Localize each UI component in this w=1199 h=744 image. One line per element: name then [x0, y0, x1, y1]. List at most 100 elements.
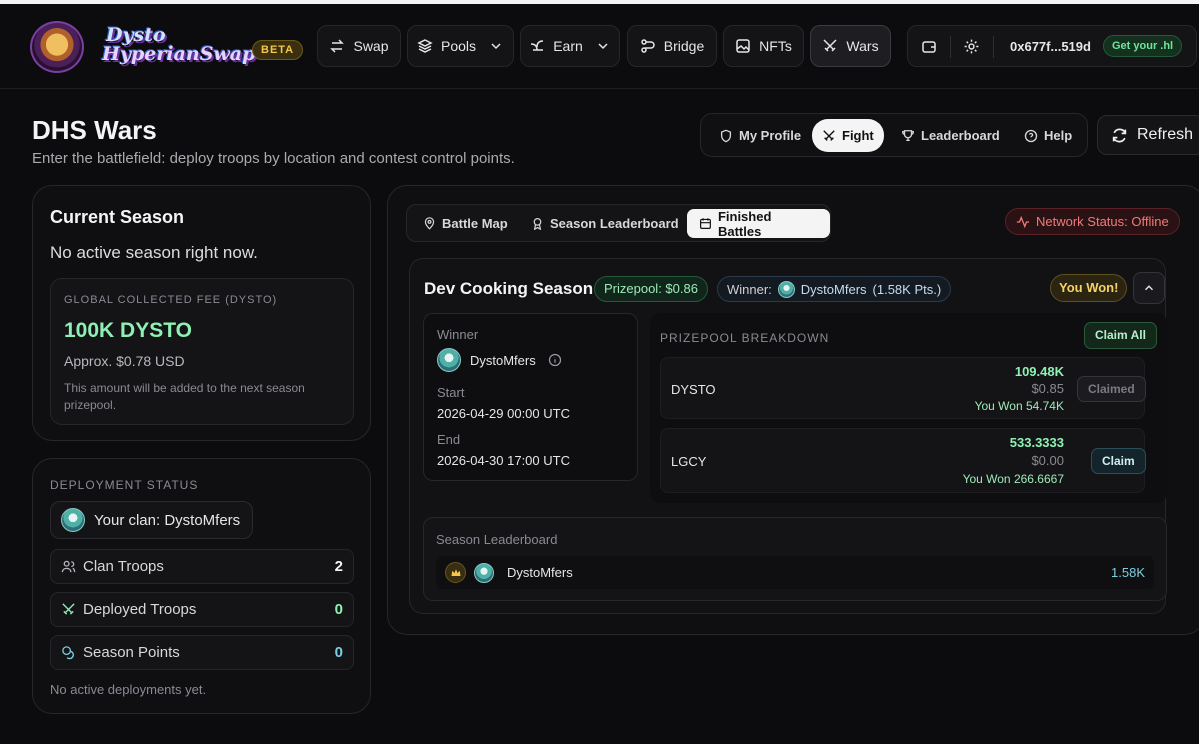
page-subtitle: Enter the battlefield: deploy troops by … [32, 150, 515, 167]
token-row-lgcy: LGCY 533.3333 $0.00 You Won 266.6667 Cla… [660, 428, 1146, 493]
you-won-badge: You Won! [1050, 274, 1128, 302]
nav-bridge[interactable]: Bridge [627, 25, 717, 67]
tab-fight-label: Fight [842, 128, 874, 143]
subtab-finished-battles-label: Finished Battles [717, 208, 772, 239]
mascot-logo[interactable] [30, 21, 84, 73]
tab-leaderboard-label: Leaderboard [921, 128, 1000, 143]
users-icon [61, 560, 76, 573]
wallet-address[interactable]: 0x677f...519d [1010, 39, 1091, 54]
deployment-footer: No active deployments yet. [50, 682, 207, 697]
nav-pools-label: Pools [440, 38, 477, 54]
detail-start-key: Start [437, 385, 465, 400]
crossed-swords-icon [823, 39, 837, 52]
clan-name: Your clan: DystoMfers [94, 511, 241, 529]
chevron-down-icon [598, 43, 608, 50]
deployment-status-label: DEPLOYMENT STATUS [50, 478, 199, 492]
clan-avatar [61, 508, 85, 532]
detail-end-key: End [437, 432, 461, 447]
chevron-down-icon [491, 43, 501, 50]
stat-clan-troops-value: 2 [334, 558, 343, 575]
tab-help[interactable]: Help [1014, 119, 1082, 152]
network-status-badge: Network Status: Offline [1005, 208, 1180, 235]
gear-icon[interactable] [963, 38, 980, 55]
image-icon [736, 39, 750, 53]
stat-season-points-value: 0 [334, 644, 343, 661]
prizepool-breakdown-label: PRIZEPOOL BREAKDOWN [660, 331, 830, 345]
token-amount: 109.48K [1014, 364, 1064, 379]
subtab-season-leaderboard[interactable]: Season Leaderboard [519, 209, 691, 238]
subtab-season-leaderboard-label: Season Leaderboard [550, 216, 679, 231]
coins-icon [62, 646, 74, 660]
battle-details-box: Winner DystoMfers Start 2026-04-29 00:00… [423, 313, 638, 481]
claimed-button[interactable]: Claimed [1077, 376, 1146, 402]
nav-earn[interactable]: Earn [520, 25, 620, 67]
token-row-dysto: DYSTO 109.48K $0.85 You Won 54.74K Claim… [660, 357, 1146, 419]
nav-pools[interactable]: Pools [407, 25, 514, 67]
token-won: You Won 54.74K [974, 399, 1064, 413]
shield-icon [720, 129, 732, 142]
detail-winner: DystoMfers [437, 348, 562, 372]
nav-swap[interactable]: Swap [317, 25, 401, 67]
season-leaderboard-box: Season Leaderboard DystoMfers 1.58K [423, 517, 1167, 601]
leaderboard-avatar [474, 562, 494, 583]
tab-fight[interactable]: Fight [812, 119, 884, 152]
trophy-icon [902, 129, 914, 141]
tab-leaderboard[interactable]: Leaderboard [891, 119, 1010, 152]
current-season-card: Current Season No active season right no… [32, 185, 371, 441]
refresh-label: Refresh [1137, 126, 1194, 143]
winner-avatar [777, 280, 795, 298]
season-leaderboard-label: Season Leaderboard [436, 532, 558, 547]
global-fee-label: GLOBAL COLLECTED FEE (DYSTO) [64, 294, 278, 306]
global-fee-note: This amount will be added to the next se… [64, 381, 305, 412]
detail-start-value: 2026-04-29 00:00 UTC [437, 406, 570, 421]
token-won: You Won 266.6667 [962, 472, 1064, 486]
nav-bridge-label: Bridge [663, 38, 705, 54]
brand-logo[interactable]: Dysto HyperianSwap [102, 26, 256, 70]
stat-deployed-troops-label: Deployed Troops [83, 601, 197, 618]
leaderboard-row[interactable]: DystoMfers 1.58K [436, 556, 1154, 589]
nav-swap-label: Swap [353, 38, 389, 54]
battle-season-title: Dev Cooking Season [424, 279, 594, 298]
claim-button[interactable]: Claim [1091, 448, 1146, 474]
wallet-bar: 0x677f...519d Get your .hl [907, 25, 1197, 67]
subtab-battle-map[interactable]: Battle Map [411, 209, 520, 238]
stat-clan-troops: Clan Troops 2 [50, 549, 354, 584]
map-pin-icon [424, 217, 435, 230]
stat-season-points: Season Points 0 [50, 635, 354, 670]
token-name: LGCY [671, 454, 707, 469]
activity-icon [1016, 215, 1030, 228]
subtab-battle-map-label: Battle Map [442, 216, 508, 231]
crown-icon [445, 562, 466, 583]
tab-my-profile[interactable]: My Profile [709, 119, 811, 152]
bridge-icon [641, 39, 655, 53]
clan-pill[interactable]: Your clan: DystoMfers [50, 501, 254, 539]
nav-nfts[interactable]: NFTs [723, 25, 804, 67]
prizepool-badge: Prizepool: $0.86 [594, 276, 708, 302]
page-title: DHS Wars [32, 115, 157, 145]
winner-badge-points: (1.58K Pts.) [872, 281, 942, 297]
wallet-icon[interactable] [921, 39, 937, 55]
current-season-message: No active season right now. [50, 243, 258, 262]
stat-season-points-label: Season Points [83, 644, 180, 661]
get-hl-name-button[interactable]: Get your .hl [1103, 35, 1183, 57]
detail-end-value: 2026-04-30 17:00 UTC [437, 453, 570, 468]
prizepool-breakdown: PRIZEPOOL BREAKDOWN Claim All DYSTO 109.… [650, 313, 1167, 503]
award-icon [533, 218, 542, 230]
brand-line-2: HyperianSwap [102, 43, 256, 65]
tab-help-label: Help [1044, 128, 1073, 143]
stat-deployed-troops-value: 0 [334, 601, 343, 618]
refresh-button[interactable]: Refresh [1097, 115, 1199, 155]
nav-wars[interactable]: Wars [810, 25, 891, 67]
swap-arrows-icon [330, 39, 345, 53]
tab-my-profile-label: My Profile [739, 128, 802, 143]
detail-winner-name: DystoMfers [470, 352, 536, 368]
detail-winner-key: Winner [437, 327, 479, 342]
nav-earn-label: Earn [553, 38, 583, 54]
subtab-finished-battles[interactable]: Finished Battles [687, 208, 830, 239]
claim-all-button[interactable]: Claim All [1084, 322, 1157, 349]
collapse-button[interactable] [1133, 272, 1165, 304]
crossed-swords-icon [823, 129, 835, 141]
stat-deployed-troops: Deployed Troops 0 [50, 592, 354, 627]
info-icon[interactable] [548, 353, 562, 367]
leaderboard-name: DystoMfers [507, 565, 573, 580]
